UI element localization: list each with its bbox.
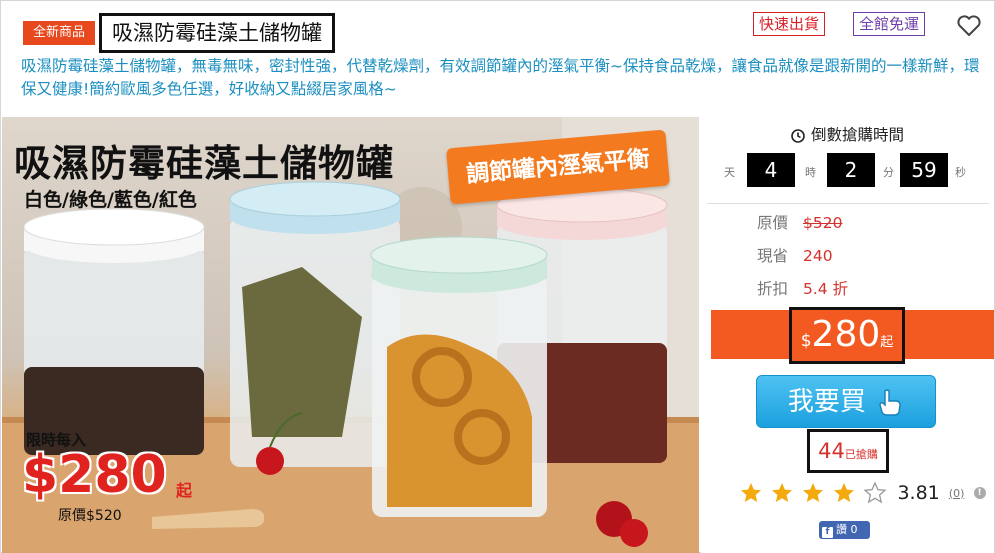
new-product-badge: 全新商品 (23, 21, 95, 45)
product-description: 吸濕防霉硅藻土儲物罐，無毒無味，密封性強，代替乾燥劑，有效調節罐內的溼氣平衡~保… (21, 57, 980, 98)
promo-price-suffix: 起 (176, 481, 193, 500)
product-title: 吸濕防霉硅藻土儲物罐 (99, 13, 335, 53)
rating: 3.81 (0) ! (738, 481, 986, 505)
original-price-value: $520 (803, 214, 843, 232)
banner-title: 吸濕防霉硅藻土儲物罐 (14, 142, 394, 185)
countdown-seconds-unit: 秒 (955, 166, 966, 179)
sale-price: $280起 (789, 307, 905, 364)
pointing-hand-icon (879, 389, 901, 416)
purchase-panel: 倒數搶購時間 天 4 時 2 分 59 秒 原價 $520 現省 240 折扣 5.4… (701, 117, 994, 553)
rating-count-link[interactable]: (0) (949, 487, 965, 500)
buy-button[interactable]: 我要買 (756, 375, 936, 428)
facebook-like-button[interactable]: f讚 0 (819, 521, 870, 539)
sold-count-label: 已搶購 (844, 448, 878, 461)
banner-color-options: 白色/綠色/藍色/紅色 (24, 189, 197, 211)
sold-count-value: 44 (818, 439, 845, 463)
sale-price-currency: $ (800, 331, 812, 351)
product-banner-image: 吸濕防霉硅藻土儲物罐 白色/綠色/藍色/紅色 調節罐內溼氣平衡 限時每入 $28… (2, 117, 699, 553)
countdown-minutes-unit: 分 (883, 166, 894, 179)
original-price-label: 原價 (757, 214, 789, 232)
savings-value: 240 (803, 247, 833, 265)
promo-original-price: 原價$520 (58, 508, 122, 524)
free-shipping-tag: 全館免運 (853, 12, 926, 36)
product-card: 全新商品 吸濕防霉硅藻土儲物罐 快速出貨 全館免運 吸濕防霉硅藻土儲物罐，無毒無… (0, 0, 995, 553)
original-price-row: 原價 $520 (757, 211, 842, 233)
savings-row: 現省 240 (757, 244, 833, 266)
discount-label: 折扣 (757, 280, 789, 298)
star-filled-icon (741, 483, 761, 502)
star-filled-icon (834, 483, 855, 502)
star-filled-icon (803, 483, 824, 502)
clock-icon (791, 129, 805, 143)
heart-icon[interactable] (956, 14, 982, 38)
sale-price-suffix: 起 (880, 335, 894, 350)
facebook-like-label: 讚 (836, 523, 847, 536)
countdown-timer: 天 4 時 2 分 59 秒 (701, 153, 994, 187)
discount-value: 5.4 折 (803, 280, 849, 298)
facebook-icon: f (822, 527, 833, 538)
star-empty-icon (863, 481, 887, 504)
fast-shipping-tag: 快速出貨 (753, 12, 826, 36)
countdown-days: 4 (747, 153, 795, 187)
star-filled-icon (772, 483, 793, 502)
discount-row: 折扣 5.4 折 (757, 277, 848, 299)
countdown-hours: 2 (827, 153, 875, 187)
info-icon[interactable]: ! (973, 487, 986, 499)
countdown-days-unit: 天 (724, 166, 735, 179)
divider (707, 203, 989, 204)
sold-count: 44已搶購 (807, 429, 889, 473)
countdown-title-text: 倒數搶購時間 (810, 126, 904, 144)
sale-price-value: 280 (811, 314, 881, 355)
countdown-minutes: 59 (900, 153, 948, 187)
promo-price: $280 (22, 445, 167, 505)
savings-label: 現省 (757, 247, 789, 265)
rating-value: 3.81 (897, 482, 940, 504)
facebook-like-count: 0 (850, 523, 858, 536)
countdown-title: 倒數搶購時間 (701, 123, 994, 145)
countdown-hours-unit: 時 (805, 166, 816, 179)
buy-button-label: 我要買 (787, 387, 866, 417)
